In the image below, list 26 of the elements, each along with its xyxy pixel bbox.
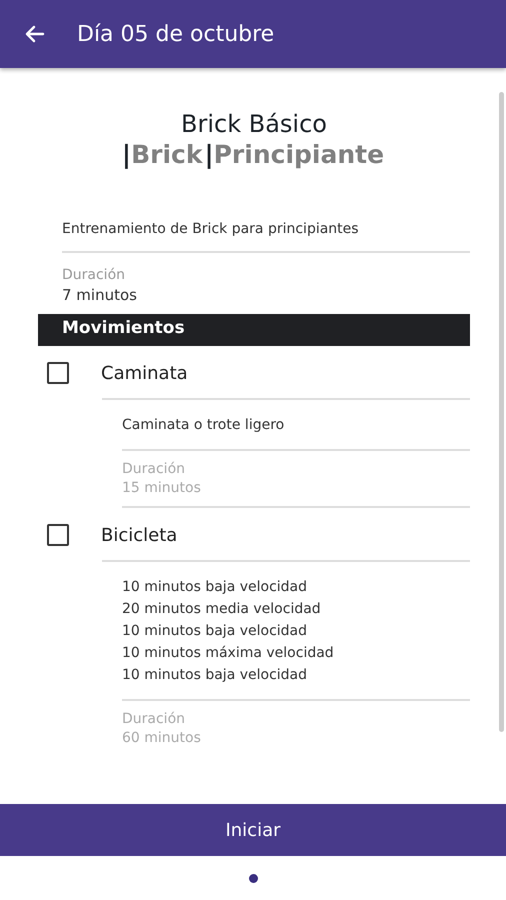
scrollbar[interactable] [499,92,504,732]
duration-label: Duración [62,267,126,283]
movement-description: Caminata o trote ligero [122,416,286,435]
workout-title: Brick Básico [180,110,328,138]
workout-description: Entrenamiento de Brick para principiantes [62,221,470,253]
screen-title: Día 05 de octubre [77,22,274,46]
movement-name: Caminata [101,362,189,384]
movement-description: 20 minutos media velocidad [122,600,322,619]
movement-description: 10 minutos baja velocidad [122,666,308,685]
duration-label: Duración [122,461,186,477]
duration-label: Duración [122,711,186,727]
section-header: Movimientos [38,314,470,346]
duration-value: 60 minutos [122,730,202,748]
workout-tag: Brick [131,140,202,169]
movement-name: Bicicleta [101,524,178,546]
movement-description: 10 minutos máxima velocidad [122,644,335,663]
tag-separator: | [204,140,214,169]
duration-value: 7 minutos [62,286,138,306]
checkbox[interactable] [47,524,69,546]
movement-description: 10 minutos baja velocidad [122,578,308,597]
duration-value: 15 minutos [122,480,470,508]
checkbox[interactable] [47,362,69,384]
workout-tag: Principiante [214,140,384,169]
movement-description: 10 minutos baja velocidad [122,622,308,641]
start-button[interactable]: Iniciar [0,804,506,856]
tag-separator: | [122,140,132,169]
